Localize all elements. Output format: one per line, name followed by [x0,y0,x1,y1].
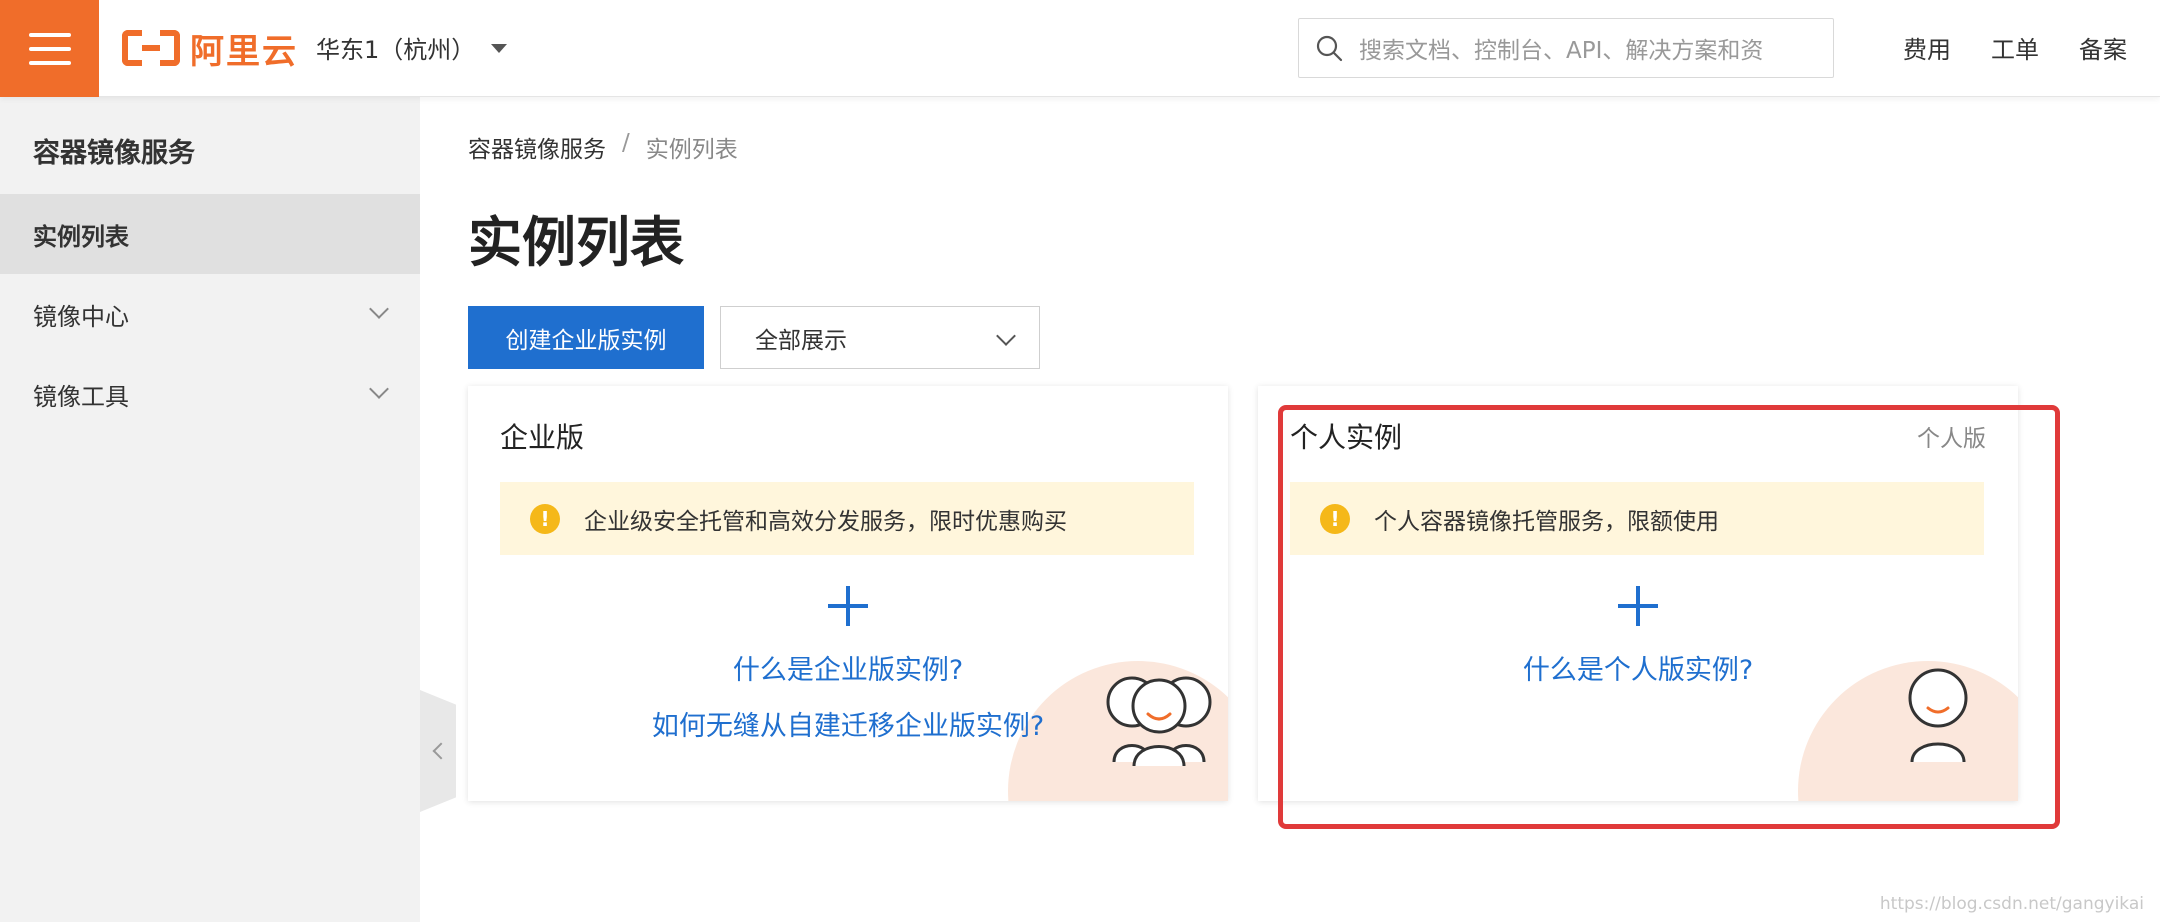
search-icon [1299,19,1359,77]
menu-bar-line [28,46,71,51]
menu-bar-line [28,32,71,37]
region-selector[interactable]: 华东1（杭州） [316,30,508,65]
caret-down-icon [491,44,508,53]
plus-icon[interactable] [828,586,868,626]
sidebar-title: 容器镜像服务 [33,138,195,169]
search-box[interactable]: 搜索文档、控制台、API、解决方案和资 [1298,18,1834,78]
watermark: https://blog.csdn.net/gangyikai [1879,894,2144,914]
top-link-icp[interactable]: 备案 [2079,30,2127,65]
sidebar-item-label: 镜像工具 [33,382,129,411]
filter-select[interactable]: 全部展示 [720,306,1040,369]
chevron-left-icon [432,742,450,760]
hamburger-menu-button[interactable] [0,0,99,97]
top-link-tickets[interactable]: 工单 [1991,30,2039,65]
chevron-down-icon [369,379,389,399]
breadcrumb: 容器镜像服务 / 实例列表 [468,130,738,164]
highlight-annotation [1278,405,2060,829]
top-nav-links: 费用 工单 备案 [1903,30,2127,65]
page-title: 实例列表 [468,211,684,274]
chevron-down-icon [369,299,389,319]
region-label: 华东1（杭州） [316,36,476,64]
breadcrumb-root[interactable]: 容器镜像服务 [468,130,606,164]
filter-select-value: 全部展示 [755,327,847,354]
warning-icon: ! [530,503,560,534]
create-enterprise-instance-button[interactable]: 创建企业版实例 [468,306,704,369]
sidebar-item-image-center[interactable]: 镜像中心 [0,274,420,354]
breadcrumb-current: 实例列表 [645,137,738,163]
aliyun-logo[interactable]: 阿里云 [122,24,298,72]
sidebar: 容器镜像服务 实例列表 镜像中心 镜像工具 [0,97,420,922]
group-avatar-icon [1106,676,1212,766]
aliyun-logo-icon [122,28,180,68]
notice-banner: ! 企业级安全托管和高效分发服务，限时优惠购买 [500,482,1194,555]
menu-bar-line [28,60,71,65]
top-bar: 阿里云 华东1（杭州） 搜索文档、控制台、API、解决方案和资 费用 工单 备案 [0,0,2160,97]
logo-text: 阿里云 [190,31,298,72]
sidebar-item-instance-list[interactable]: 实例列表 [0,194,420,274]
enterprise-card: 企业版 ! 企业级安全托管和高效分发服务，限时优惠购买 什么是企业版实例? 如何… [468,386,1228,801]
sidebar-item-label: 实例列表 [33,222,129,251]
top-link-billing[interactable]: 费用 [1903,30,1951,65]
chevron-down-icon [996,326,1016,346]
sidebar-collapse-handle[interactable] [420,690,456,812]
sidebar-item-label: 镜像中心 [33,302,129,331]
sidebar-item-image-tools[interactable]: 镜像工具 [0,354,420,434]
notice-text: 企业级安全托管和高效分发服务，限时优惠购买 [584,508,1067,535]
card-title: 企业版 [500,421,585,454]
breadcrumb-separator: / [622,130,630,156]
search-input[interactable]: 搜索文档、控制台、API、解决方案和资 [1359,31,1789,65]
